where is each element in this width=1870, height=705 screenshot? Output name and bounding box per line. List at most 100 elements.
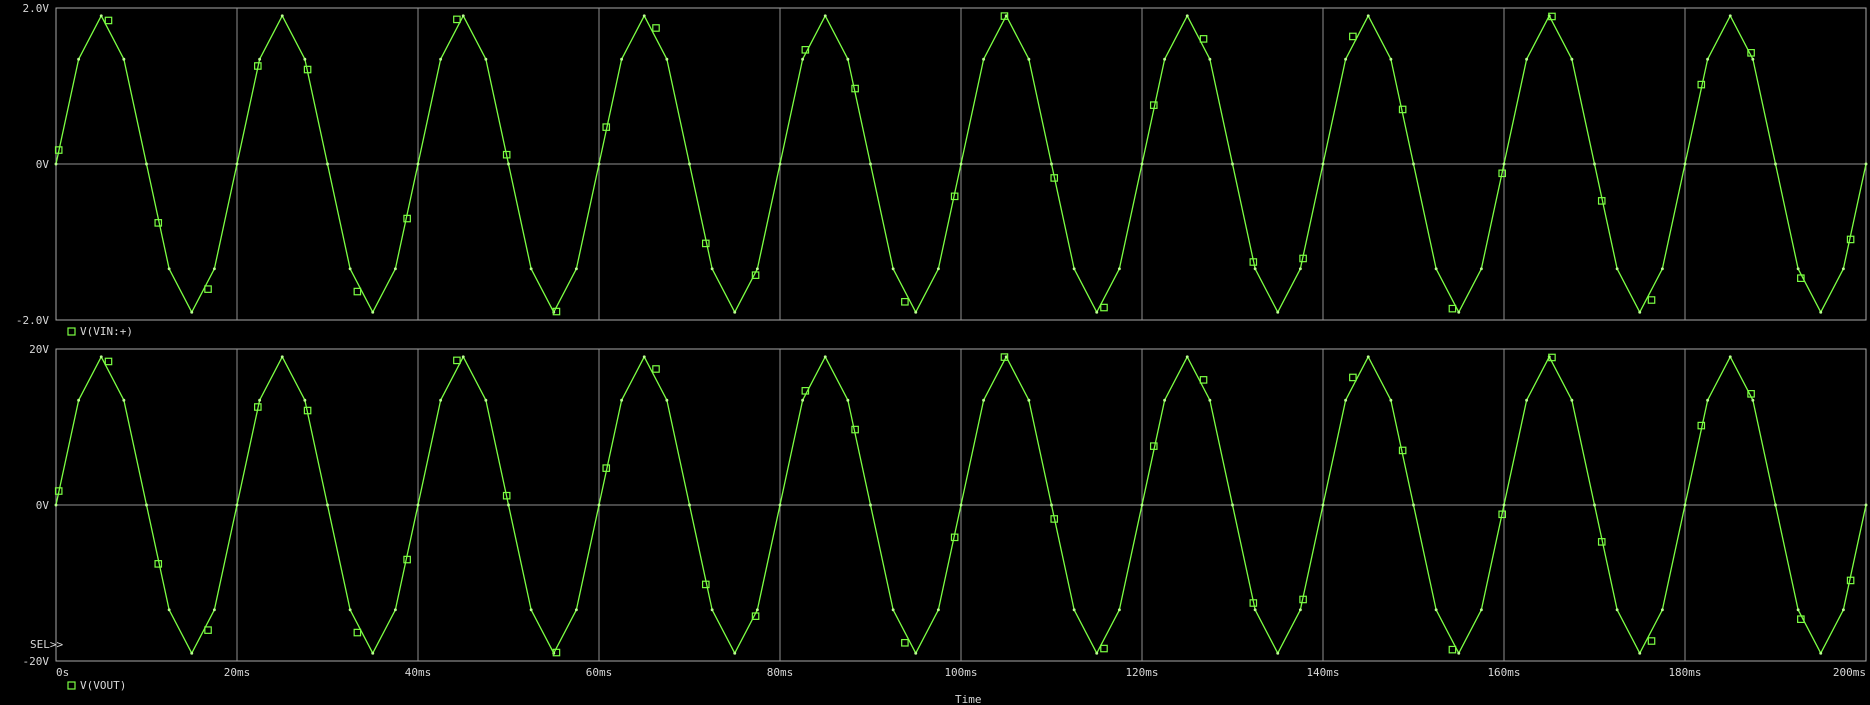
vin-data-point (1117, 267, 1121, 271)
vout-data-point (755, 608, 759, 612)
vout-data-point (778, 503, 782, 507)
vout-data-point (1525, 398, 1529, 402)
vin-data-point (755, 267, 759, 271)
vout-data-point (733, 651, 737, 655)
vin-data-point (597, 162, 601, 166)
vin-data-point (54, 162, 58, 166)
vin-series-marker (652, 24, 660, 32)
vin-data-point (484, 57, 488, 61)
vout-data-point (1479, 608, 1483, 612)
vin-data-point (1457, 310, 1461, 314)
time-axis-title: Time (955, 693, 982, 705)
vout-data-point (416, 503, 420, 507)
vout-data-point (1412, 503, 1415, 507)
vout-data-point (303, 398, 307, 402)
vin-data-point (869, 162, 872, 166)
vout-series-marker (1349, 373, 1357, 382)
x-tick-label: 160ms (1487, 666, 1520, 679)
vin-data-point (1434, 267, 1438, 271)
vout-data-point (507, 503, 510, 507)
vout-data-point (348, 608, 352, 612)
vout-data-point (212, 608, 216, 612)
vin-data-point (1479, 267, 1483, 271)
vin-series-marker (353, 287, 362, 296)
vout-data-point (1276, 651, 1280, 655)
vin-series-marker (1647, 296, 1656, 304)
vin-data-point (1706, 57, 1710, 61)
vout-y-tick-max: 20V (29, 343, 49, 356)
vin-data-point (1050, 162, 1053, 166)
vout-data-point (1231, 503, 1234, 507)
vout-data-point (1434, 608, 1438, 612)
vin-series-marker (453, 15, 461, 24)
vin-data-point (1660, 267, 1664, 271)
vout-series-marker (901, 638, 909, 647)
time-axis-labels: 0s 20ms 40ms 60ms 80ms 100ms 120ms 140ms… (56, 666, 1866, 679)
vin-data-point (1344, 57, 1348, 61)
vin-data-point (665, 57, 669, 61)
vout-data-point (484, 398, 488, 402)
vout-data-point (1774, 503, 1777, 507)
vout-data-point (1593, 503, 1596, 507)
vin-data-point (371, 310, 375, 314)
vin-series-marker (104, 16, 113, 25)
vout-data-point (1366, 355, 1370, 359)
vout-legend-label: V(VOUT) (80, 679, 126, 692)
vout-data-point (710, 608, 714, 612)
vout-data-point (461, 355, 465, 359)
vin-data-point (1253, 267, 1257, 271)
vin-data-point (778, 162, 782, 166)
vout-data-point (891, 608, 895, 612)
vout-y-tick-zero: 0V (36, 499, 50, 512)
vout-data-point (1819, 651, 1823, 655)
vin-series-marker (1100, 303, 1108, 312)
vin-data-point (1366, 14, 1370, 18)
vout-data-point (1140, 503, 1144, 507)
vin-data-point (77, 57, 81, 61)
vin-data-point (348, 267, 352, 271)
vin-data-point (1185, 14, 1189, 18)
vin-series-marker (1199, 35, 1208, 43)
vin-data-point (1027, 57, 1031, 61)
vout-data-point (122, 398, 126, 402)
vin-data-point (1208, 57, 1212, 61)
vout-data-point (1321, 503, 1325, 507)
vout-data-point (393, 608, 397, 612)
vout-data-point (1751, 398, 1755, 402)
vin-data-point (1638, 310, 1642, 314)
x-tick-label: 80ms (767, 666, 794, 679)
vout-legend-marker (67, 681, 76, 690)
vout-data-point (145, 503, 148, 507)
vout-data-point (1072, 608, 1076, 612)
vin-data-point (823, 14, 827, 18)
vin-data-point (439, 57, 443, 61)
vout-data-point (190, 651, 194, 655)
vin-y-axis-labels: 2.0V 0V -2.0V (16, 2, 49, 327)
vin-data-point (891, 267, 895, 271)
vin-series-marker (1349, 32, 1357, 41)
vout-data-point (1298, 608, 1302, 612)
vin-data-point (1072, 267, 1076, 271)
vout-data-point (914, 651, 918, 655)
vout-data-point (1253, 608, 1257, 612)
vout-data-point (597, 503, 601, 507)
vout-series-marker (453, 356, 461, 365)
vout-series-marker (104, 357, 113, 366)
vout-data-point (1728, 355, 1732, 359)
x-tick-label: 180ms (1668, 666, 1701, 679)
vin-data-point (1231, 162, 1234, 166)
vout-series-marker (1647, 637, 1656, 645)
vout-data-point (1050, 503, 1053, 507)
selected-plot-indicator[interactable]: SEL>> (30, 638, 63, 651)
vout-data-point (869, 503, 872, 507)
vout-data-point (167, 608, 171, 612)
vin-data-point (574, 267, 578, 271)
vin-legend: V(VIN:+) (67, 325, 133, 338)
vout-data-point (1117, 608, 1121, 612)
vin-data-point (846, 57, 850, 61)
vout-series-marker (1100, 644, 1108, 653)
vin-data-point (212, 267, 216, 271)
vin-data-point (620, 57, 624, 61)
vin-data-point (1502, 162, 1506, 166)
vout-data-point (54, 503, 58, 507)
